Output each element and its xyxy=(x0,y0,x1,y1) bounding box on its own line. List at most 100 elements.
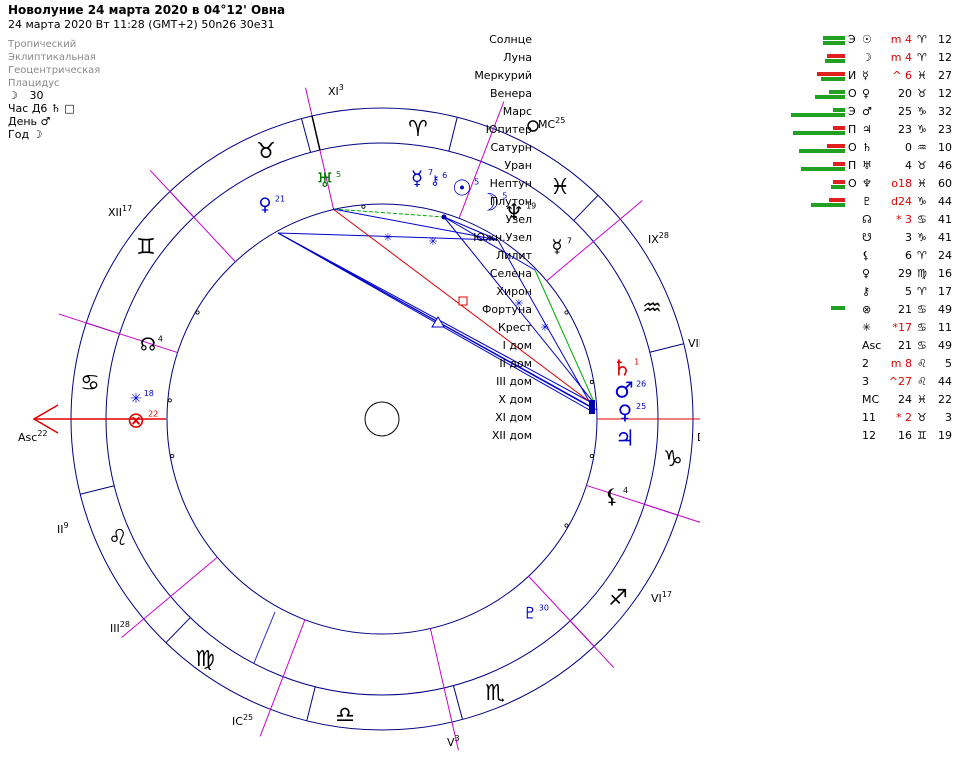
row-minutes: 5 xyxy=(945,357,952,370)
row-minutes: 41 xyxy=(938,231,952,244)
strength-bar xyxy=(825,59,845,63)
row-degree: 23 xyxy=(898,123,912,136)
house-cusp xyxy=(149,169,236,263)
row-name: Уран xyxy=(504,159,532,172)
row-minutes: 41 xyxy=(938,213,952,226)
row-glyph: ☉ xyxy=(862,33,872,46)
row-sign: ♋ xyxy=(917,213,927,226)
aspect-line xyxy=(332,208,445,218)
aspect-node xyxy=(441,214,447,220)
sextile-marker: ✳ xyxy=(428,235,437,248)
row-glyph: ♀ xyxy=(862,267,871,280)
row-name: XII дом xyxy=(491,429,532,442)
strength-bars xyxy=(790,106,845,118)
venus-degree: 21 xyxy=(275,194,285,203)
row-sign: ♍ xyxy=(917,267,927,280)
sign-glyph-taurus: ♉ xyxy=(256,139,276,164)
strength-bars xyxy=(790,88,845,100)
chiron-degree: 6 xyxy=(442,171,447,180)
house-labels: Asc22II9III28IC25V3VI17Dsc22VIII9IX28MC2… xyxy=(18,83,700,749)
row-minutes: 22 xyxy=(938,393,952,406)
row-degree: m 4 xyxy=(890,51,912,64)
house-label-vi: VI17 xyxy=(651,590,672,605)
aspect-line xyxy=(534,269,595,403)
row-minutes: 49 xyxy=(938,303,952,316)
row-sign: ♉ xyxy=(917,87,927,100)
row-glyph: 3 xyxy=(862,375,869,388)
row-degree: 16 xyxy=(898,429,912,442)
lilith-glyph: ⚸ xyxy=(605,484,620,508)
degree-dot xyxy=(589,453,594,458)
sign-glyph-virgo: ♍ xyxy=(195,647,215,672)
planet-venus: ♀ 21 xyxy=(258,194,285,215)
strength-bar xyxy=(829,198,845,202)
house-cusp xyxy=(58,313,178,354)
house-cusp xyxy=(586,484,700,523)
fortuna-glyph: ⊗ xyxy=(127,409,145,434)
sign-divider xyxy=(301,118,312,153)
sign-divider xyxy=(306,686,316,721)
strength-bar xyxy=(817,72,845,76)
row-code: О xyxy=(848,177,857,190)
row-sign: ♌ xyxy=(917,357,927,370)
strength-bar xyxy=(801,167,845,171)
sign-glyph-aries: ♈ xyxy=(408,117,428,142)
row-name: Плутон xyxy=(489,195,532,208)
mercury-2-degree: 7 xyxy=(567,236,572,245)
strength-bars xyxy=(790,160,845,172)
row-minutes: 10 xyxy=(938,141,952,154)
strength-bar xyxy=(833,162,845,166)
row-name: Узел xyxy=(505,213,532,226)
row-degree: 5 xyxy=(905,285,912,298)
house-label-xi: XI3 xyxy=(328,83,344,98)
strength-bar xyxy=(831,306,845,310)
degree-dot xyxy=(195,310,200,315)
planet-pluto: ♇ 30 xyxy=(523,604,549,623)
chiron-glyph: ⚷ xyxy=(430,174,440,189)
cross-degree: 18 xyxy=(144,389,154,398)
row-glyph: ☿ xyxy=(862,69,869,82)
row-minutes: 44 xyxy=(938,195,952,208)
row-degree: 21 xyxy=(898,339,912,352)
row-minutes: 19 xyxy=(938,429,952,442)
row-glyph: 2 xyxy=(862,357,869,370)
strength-bar xyxy=(833,180,845,184)
planet-lilith: ⚸ 4 xyxy=(605,484,628,508)
cross-glyph: ✳ xyxy=(130,391,142,407)
strength-bar xyxy=(833,126,845,130)
row-sign: ♑ xyxy=(917,231,927,244)
center-circle xyxy=(364,401,400,437)
strength-bar xyxy=(833,108,845,112)
row-code: П xyxy=(848,159,857,172)
row-degree: 6 xyxy=(905,249,912,262)
node-degree: 4 xyxy=(158,334,163,343)
sign-glyph-libra: ♎ xyxy=(335,703,355,728)
row-degree: ^27 xyxy=(888,375,912,388)
strength-bars xyxy=(790,52,845,64)
row-glyph: ⚷ xyxy=(862,285,871,298)
zodiac-signs: ♈ ♉ ♊ ♋ ♌ ♍ ♎ ♏ ♐ ♑ ♒ ♓ xyxy=(80,117,683,728)
row-degree: 3 xyxy=(905,231,912,244)
jupiter-glyph: ♃ xyxy=(615,427,635,452)
imum-coeli-line xyxy=(253,611,276,664)
sign-glyph-pisces: ♓ xyxy=(550,175,570,200)
row-sign: ♈ xyxy=(917,285,927,298)
row-degree: 20 xyxy=(898,87,912,100)
row-minutes: 16 xyxy=(938,267,952,280)
sun-degree: 5 xyxy=(474,178,479,187)
sign-ring xyxy=(105,142,659,696)
row-sign: ♒ xyxy=(917,141,927,154)
lilith-degree: 4 xyxy=(623,486,628,495)
row-minutes: 23 xyxy=(938,123,952,136)
row-sign: ♑ xyxy=(917,105,927,118)
sign-divider xyxy=(165,617,191,644)
strength-bars xyxy=(790,304,845,316)
midheaven-line xyxy=(311,115,321,151)
row-glyph: ⚸ xyxy=(862,249,871,262)
row-glyph: ♄ xyxy=(862,141,872,154)
sign-glyph-gemini: ♊ xyxy=(136,235,156,260)
row-name: Лилит xyxy=(495,249,532,262)
planet-mercury-2: ☿ 7 xyxy=(551,236,572,257)
strength-bar xyxy=(827,144,845,148)
house-label-ii: II9 xyxy=(57,521,69,536)
